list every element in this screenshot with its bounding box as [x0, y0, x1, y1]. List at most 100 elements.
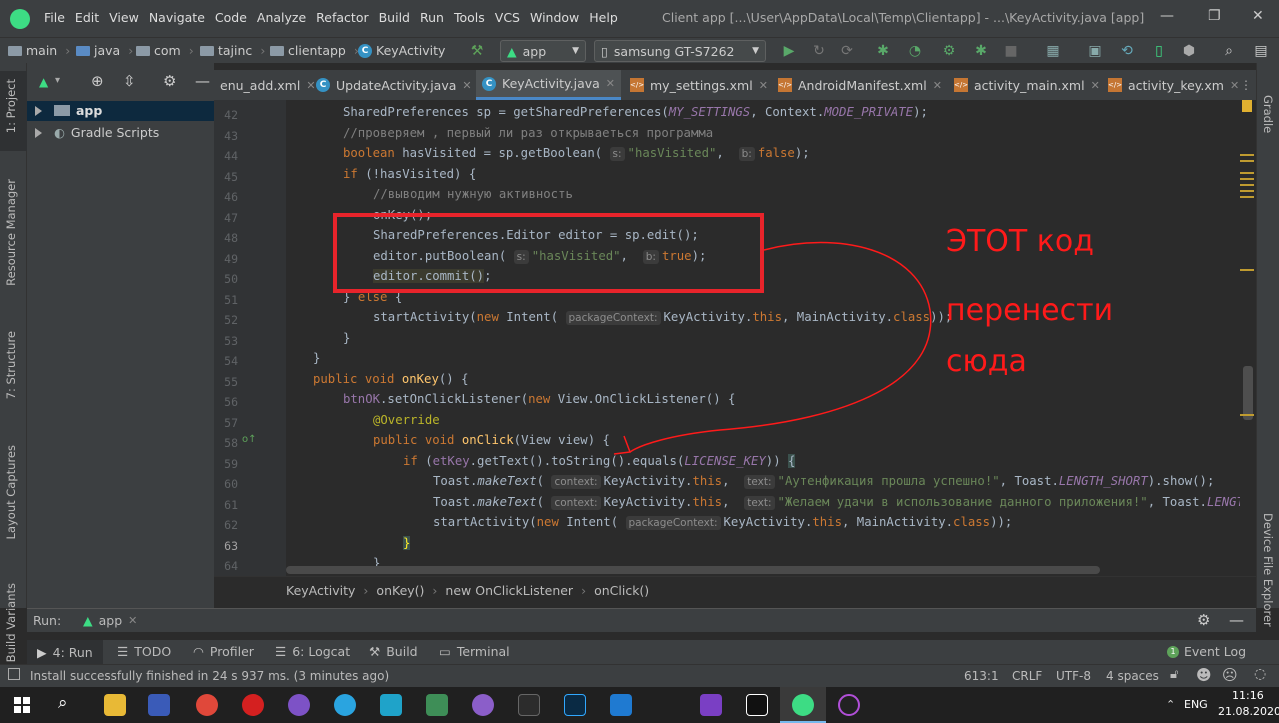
viber-icon[interactable] — [288, 694, 310, 716]
status-square-icon[interactable] — [8, 668, 20, 680]
menu-edit[interactable]: Edit — [75, 10, 99, 25]
breadcrumb-onclick[interactable]: onClick() — [594, 583, 649, 598]
menu-build[interactable]: Build — [379, 10, 410, 25]
search-icon[interactable]: ⌕ — [58, 693, 68, 713]
gear-icon[interactable]: ⚙ — [1197, 611, 1210, 629]
photoshop-icon[interactable] — [564, 694, 586, 716]
breadcrumb-class[interactable]: KeyActivity — [286, 583, 355, 598]
apply-code-changes-icon[interactable]: ⟳ — [838, 42, 856, 60]
close-tab-icon[interactable]: ✕ — [933, 79, 942, 92]
windows-start-icon[interactable] — [14, 697, 30, 713]
project-view-android-icon[interactable]: ▲ — [39, 75, 48, 89]
menu-code[interactable]: Code — [215, 10, 247, 25]
caret-position[interactable]: 613:1 — [964, 669, 999, 683]
device-file-explorer-tool-button[interactable]: Device File Explorer — [1261, 513, 1275, 627]
menu-vcs[interactable]: VCS — [495, 10, 520, 25]
restore-icon[interactable]: ❐ — [1208, 8, 1221, 24]
crumb-tajinc[interactable]: tajinc › — [200, 43, 265, 58]
run-tab-app[interactable]: ▲ app ✕ — [83, 613, 137, 628]
locate-icon[interactable]: ⊕ — [91, 72, 104, 90]
sync-gradle-icon[interactable]: ▣ — [1086, 42, 1104, 60]
hide-panel-icon[interactable]: — — [1229, 611, 1244, 629]
project-tool-button[interactable]: 1: Project — [4, 79, 18, 133]
minimize-icon[interactable]: — — [1160, 8, 1174, 24]
tab-update-activity[interactable]: C UpdateActivity.java ✕ — [310, 70, 478, 100]
breadcrumb-method[interactable]: onKey() — [376, 583, 424, 598]
layout-captures-tool-button[interactable]: Layout Captures — [4, 445, 18, 539]
clock-time[interactable]: 11:16 — [1232, 689, 1264, 702]
telegram-icon[interactable] — [334, 694, 356, 716]
tool-terminal[interactable]: ▭ Terminal — [439, 644, 510, 659]
layout-inspector-icon[interactable]: ⬢ — [1180, 42, 1198, 60]
resource-manager-tool-button[interactable]: Resource Manager — [4, 179, 18, 286]
menu-help[interactable]: Help — [589, 10, 618, 25]
editor-vertical-scrollbar[interactable] — [1240, 100, 1256, 576]
override-marker-icon[interactable]: o↑ — [242, 434, 257, 445]
crumb-main[interactable]: main › — [8, 43, 70, 58]
collapse-all-icon[interactable]: ⇳ — [123, 72, 136, 90]
attach-icon[interactable]: ✱ — [972, 42, 990, 60]
menu-navigate[interactable]: Navigate — [149, 10, 205, 25]
close-icon[interactable]: ✕ — [1252, 8, 1264, 24]
status-message[interactable]: Install successfully finished in 24 s 93… — [30, 669, 389, 683]
tab-activity-key[interactable]: </> activity_key.xm ✕ — [1102, 70, 1245, 100]
build-variants-tool-button[interactable]: Build Variants — [4, 583, 18, 662]
tabs-menu-icon[interactable]: ⋮ — [1240, 78, 1252, 92]
crumb-keyactivity[interactable]: C KeyActivity — [358, 43, 445, 58]
happy-face-icon[interactable]: ☻ — [1196, 666, 1212, 684]
jetbrains-icon[interactable] — [746, 694, 768, 716]
project-view-dropdown-icon[interactable]: ▾ — [55, 75, 60, 86]
indent-setting[interactable]: 4 spaces — [1106, 669, 1159, 683]
search-icon[interactable]: ⌕ — [1220, 42, 1238, 60]
stop-icon[interactable]: ■ — [1002, 42, 1020, 60]
visual-studio-icon[interactable] — [700, 694, 722, 716]
tray-up-icon[interactable]: ⌃ — [1166, 698, 1175, 711]
run-icon[interactable]: ▶ — [780, 42, 798, 60]
structure-tool-button[interactable]: 7: Structure — [4, 331, 18, 399]
keyboard-language[interactable]: ENG — [1184, 698, 1208, 711]
tool-logcat[interactable]: ☰ 6: Logcat — [275, 644, 350, 659]
menu-file[interactable]: File — [44, 10, 65, 25]
device-select[interactable]: ▯ samsung GT-S7262 ▼ — [594, 40, 766, 62]
chrome-icon[interactable] — [196, 694, 218, 716]
close-tab-icon[interactable]: ✕ — [606, 77, 615, 90]
record-app-icon[interactable] — [242, 694, 264, 716]
notification-icon[interactable]: ◌ — [1254, 666, 1266, 682]
hide-icon[interactable]: — — [195, 72, 210, 90]
close-tab-icon[interactable]: ✕ — [1091, 79, 1100, 92]
obs-icon[interactable] — [838, 694, 860, 716]
sdk-manager-icon[interactable]: ▯ — [1150, 42, 1168, 60]
tab-android-manifest[interactable]: </> AndroidManifest.xml ✕ — [772, 70, 948, 100]
purple-app-icon[interactable] — [472, 694, 494, 716]
file-explorer-icon[interactable] — [104, 694, 126, 716]
close-tab-icon[interactable]: ✕ — [759, 79, 768, 92]
menu-view[interactable]: View — [109, 10, 139, 25]
menu-tools[interactable]: Tools — [454, 10, 485, 25]
close-tab-icon[interactable]: ✕ — [1230, 79, 1239, 92]
close-tab-icon[interactable]: ✕ — [462, 79, 471, 92]
tool-profiler[interactable]: ◠ Profiler — [193, 644, 254, 659]
scroll-thumb[interactable] — [1243, 366, 1253, 420]
tool-todo[interactable]: ☰ TODO — [117, 644, 171, 659]
instagram-icon[interactable] — [380, 694, 402, 716]
crumb-clientapp[interactable]: clientapp › — [270, 43, 359, 58]
tree-item-app[interactable]: app — [35, 103, 102, 118]
debug-icon[interactable]: ✱ — [874, 42, 892, 60]
hammer-icon[interactable]: ⚒ — [468, 42, 486, 60]
menu-refactor[interactable]: Refactor — [316, 10, 368, 25]
ide-app-icon[interactable] — [518, 694, 540, 716]
tab-key-activity[interactable]: C KeyActivity.java ✕ — [476, 70, 622, 100]
menu-analyze[interactable]: Analyze — [257, 10, 306, 25]
vscode-icon[interactable] — [610, 694, 632, 716]
save-app-icon[interactable] — [148, 694, 170, 716]
menu-run[interactable]: Run — [420, 10, 444, 25]
attach-debugger-icon[interactable]: ⚙ — [940, 42, 958, 60]
breadcrumb-listener[interactable]: new OnClickListener — [445, 583, 573, 598]
run-config-select[interactable]: ▲ app ▼ — [500, 40, 586, 62]
profile-icon[interactable]: ◔ — [906, 42, 924, 60]
git-app-icon[interactable] — [426, 694, 448, 716]
tool-build[interactable]: ⚒ Build — [369, 644, 418, 659]
tool-run[interactable]: ▶ 4: Run — [27, 640, 103, 664]
gear-icon[interactable]: ⚙ — [163, 72, 176, 90]
tool-event-log[interactable]: 1 Event Log — [1167, 644, 1246, 659]
